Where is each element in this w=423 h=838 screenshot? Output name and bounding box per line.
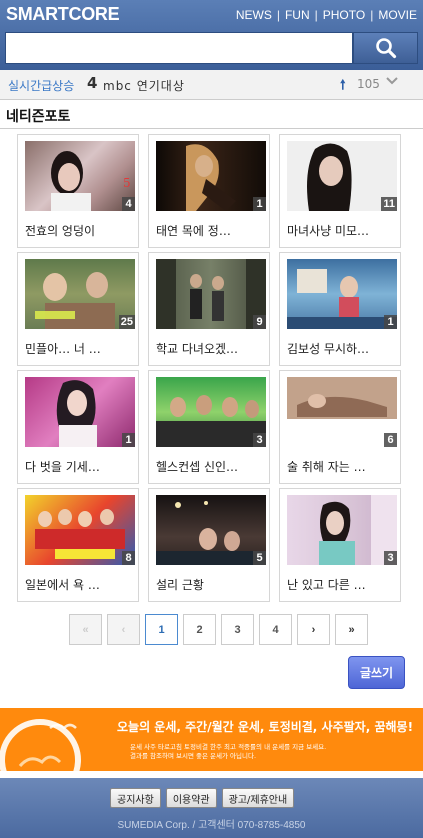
photo-thumbnail[interactable]: 3 (287, 495, 397, 565)
top-header: SMARTCORE NEWS | FUN | PHOTO | MOVIE (0, 0, 423, 70)
photo-caption[interactable]: 다 벗을 기세… (25, 458, 100, 475)
photo-card[interactable]: 1 다 벗을 기세… (17, 370, 139, 484)
page-button-4[interactable]: 4 (259, 614, 292, 645)
search-button[interactable] (353, 32, 418, 64)
nav-separator: | (370, 8, 374, 22)
realtime-trending-bar[interactable]: 실시간급상승 4 mbc 연기대상 🠕 105 (0, 70, 423, 100)
photo-thumbnail[interactable]: 1 (287, 259, 397, 329)
photo-count-badge: 1 (384, 315, 397, 329)
photo-count-badge: 5 (253, 551, 266, 565)
chevron-down-icon[interactable] (385, 74, 399, 92)
copyright-text: SUMEDIA Corp. / 고객센터 070-8785-4850 (117, 820, 306, 831)
nav-photo[interactable]: PHOTO (323, 8, 365, 22)
photo-card[interactable]: 5 4 전효의 엉덩이 (17, 134, 139, 248)
photo-count-badge: 9 (253, 315, 266, 329)
arrow-up-icon: 🠕 (340, 78, 346, 93)
photo-caption[interactable]: 일본에서 욕 … (25, 576, 100, 593)
nav-movie[interactable]: MOVIE (378, 8, 417, 22)
ad-subtext-line: 운세 사주 타로고침 토정비결 한주 최고 적중률의 내 운세를 지금 보세요. (130, 743, 327, 751)
photo-thumbnail[interactable]: 25 (25, 259, 135, 329)
photo-card[interactable]: 3 난 있고 다른 … (279, 488, 401, 602)
photo-caption[interactable]: 민플아… 너 … (25, 340, 101, 357)
page-button-1[interactable]: 1 (145, 614, 178, 645)
nav-separator: | (276, 8, 280, 22)
photo-card[interactable]: 8 일본에서 욕 … (17, 488, 139, 602)
photo-thumbnail[interactable]: 9 (156, 259, 266, 329)
write-button[interactable]: 글쓰기 (348, 656, 405, 689)
top-nav: NEWS | FUN | PHOTO | MOVIE (236, 8, 417, 22)
ad-subtext: 운세 사주 타로고침 토정비결 한주 최고 적중률의 내 운세를 지금 보세요.… (130, 743, 326, 761)
divider (0, 128, 423, 129)
photo-caption[interactable]: 술 취해 자는 … (287, 458, 366, 475)
photo-count-badge: 11 (381, 197, 397, 211)
nav-news[interactable]: NEWS (236, 8, 272, 22)
realtime-count: 105 (357, 77, 380, 91)
photo-thumbnail[interactable]: 8 (25, 495, 135, 565)
photo-thumbnail[interactable]: 6 (287, 377, 397, 447)
photo-thumbnail[interactable]: 11 (287, 141, 397, 211)
photo-count-badge: 4 (122, 197, 135, 211)
photo-count-badge: 6 (384, 433, 397, 447)
ad-subtext-line: 결과를 참조하며 보시면 좋은 운세가 아닙니다. (130, 752, 257, 760)
photo-count-badge: 25 (118, 315, 135, 329)
search-icon (375, 38, 396, 59)
photo-caption[interactable]: 마녀사냥 미모… (287, 222, 369, 239)
photo-count-badge: 8 (122, 551, 135, 565)
photo-caption[interactable]: 학교 다녀오겠… (156, 340, 238, 357)
photo-thumbnail[interactable]: 1 (25, 377, 135, 447)
cloud-pattern-icon (0, 719, 81, 771)
page-button-2[interactable]: 2 (183, 614, 216, 645)
photo-card[interactable]: 25 민플아… 너 … (17, 252, 139, 366)
notice-button[interactable]: 공지사항 (110, 788, 161, 808)
photo-card[interactable]: 6 술 취해 자는 … (279, 370, 401, 484)
footer-links: 공지사항 이용약관 광고/제휴안내 (110, 788, 295, 808)
realtime-keyword[interactable]: mbc 연기대상 (103, 77, 185, 94)
page-button-3[interactable]: 3 (221, 614, 254, 645)
svg-text:5: 5 (123, 176, 131, 190)
section-title: 네티즌포토 (6, 109, 71, 125)
realtime-label: 실시간급상승 (8, 79, 75, 93)
photo-caption[interactable]: 헬스컨셉 신인… (156, 458, 238, 475)
photo-caption[interactable]: 전효의 엉덩이 (25, 222, 95, 239)
ad-partnership-button[interactable]: 광고/제휴안내 (221, 788, 295, 808)
first-page-button[interactable]: « (69, 614, 102, 645)
fortune-ad-banner[interactable]: 오늘의 운세, 주간/월간 운세, 토정비결, 사주팔자, 꿈해몽! 운세 사주… (0, 708, 423, 771)
photo-card[interactable]: 3 헬스컨셉 신인… (148, 370, 270, 484)
photo-thumbnail[interactable]: 1 (156, 141, 266, 211)
photo-card[interactable]: 11 마녀사냥 미모… (279, 134, 401, 248)
pagination: « ‹ 1 2 3 4 › » (69, 614, 368, 645)
photo-card[interactable]: 1 태연 목에 정… (148, 134, 270, 248)
photo-thumbnail[interactable]: 5 (156, 495, 266, 565)
photo-count-badge: 1 (253, 197, 266, 211)
photo-caption[interactable]: 김보성 무시하… (287, 340, 369, 357)
ad-headline: 오늘의 운세, 주간/월간 운세, 토정비결, 사주팔자, 꿈해몽! (117, 720, 414, 734)
nav-fun[interactable]: FUN (285, 8, 310, 22)
photo-caption[interactable]: 난 있고 다른 … (287, 576, 366, 593)
footer: 공지사항 이용약관 광고/제휴안내 SUMEDIA Corp. / 고객센터 0… (0, 778, 423, 838)
next-page-button[interactable]: › (297, 614, 330, 645)
realtime-rank: 4 (87, 74, 98, 92)
last-page-button[interactable]: » (335, 614, 368, 645)
search-input[interactable] (5, 32, 353, 64)
photo-count-badge: 3 (384, 551, 397, 565)
prev-page-button[interactable]: ‹ (107, 614, 140, 645)
photo-card[interactable]: 9 학교 다녀오겠… (148, 252, 270, 366)
search-bar (5, 32, 418, 64)
photo-card[interactable]: 5 설리 근황 (148, 488, 270, 602)
photo-count-badge: 1 (122, 433, 135, 447)
nav-separator: | (314, 8, 318, 22)
photo-thumbnail[interactable]: 3 (156, 377, 266, 447)
photo-card[interactable]: 1 김보성 무시하… (279, 252, 401, 366)
photo-caption[interactable]: 태연 목에 정… (156, 222, 231, 239)
terms-button[interactable]: 이용약관 (165, 788, 217, 808)
photo-thumbnail[interactable]: 5 4 (25, 141, 135, 211)
photo-count-badge: 3 (253, 433, 266, 447)
site-logo[interactable]: SMARTCORE (6, 4, 120, 25)
photo-caption[interactable]: 설리 근황 (156, 576, 204, 593)
